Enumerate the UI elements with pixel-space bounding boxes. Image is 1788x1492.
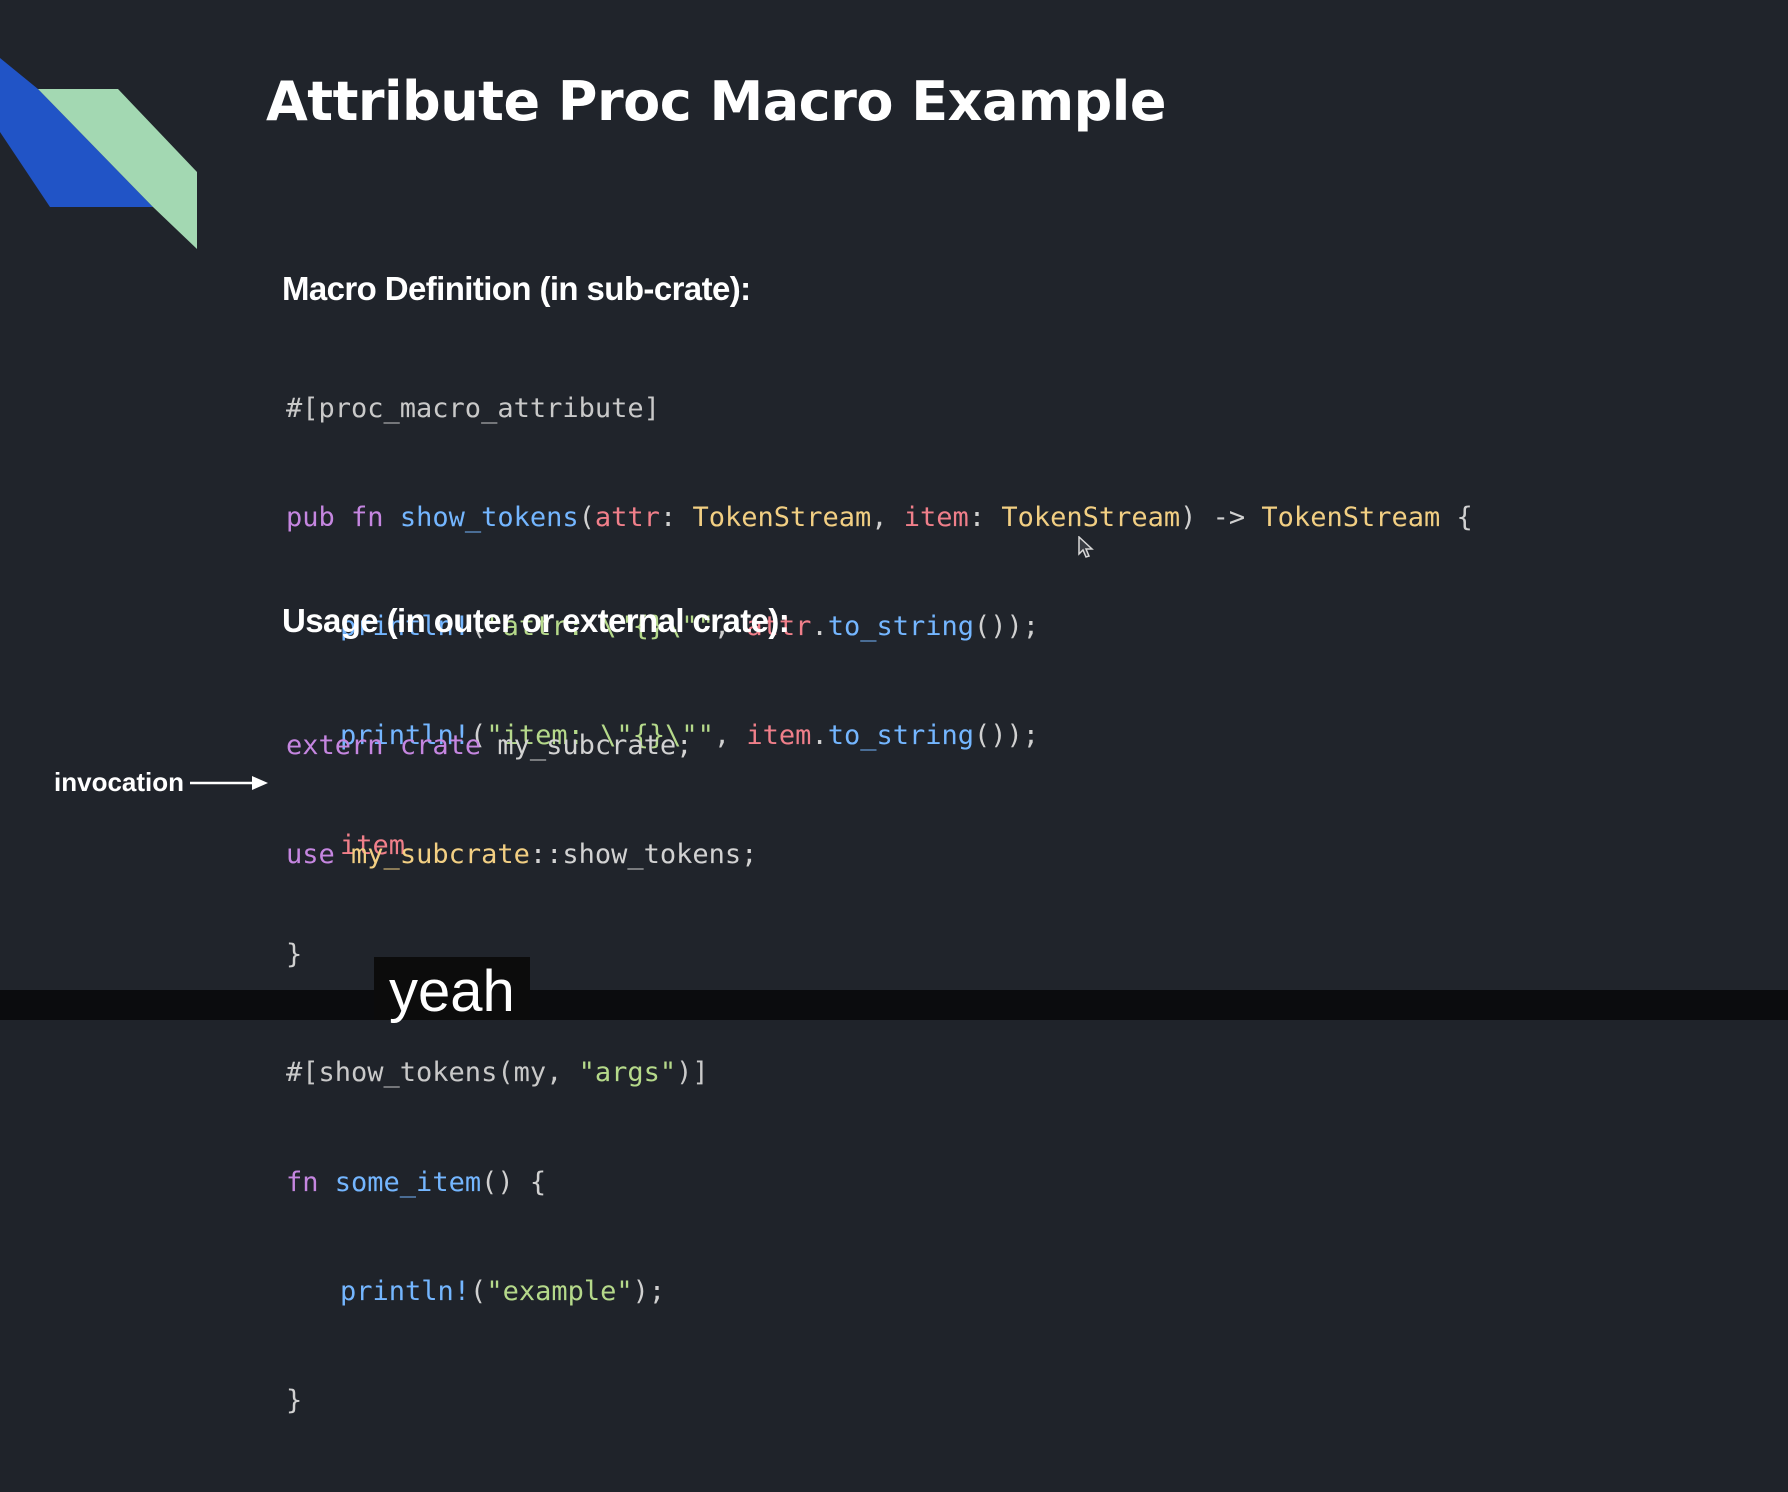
code-punct: , bbox=[871, 502, 904, 534]
code-ident: my_subcrate; bbox=[481, 729, 693, 761]
code-punct: ( bbox=[578, 502, 595, 534]
video-bottom-bar bbox=[0, 990, 1788, 1020]
invocation-label: invocation bbox=[54, 767, 185, 797]
code-line: extern crate my_subcrate; bbox=[286, 728, 757, 764]
code-method: to_string bbox=[827, 611, 975, 643]
code-punct: { bbox=[1440, 502, 1473, 534]
code-punct: ( bbox=[470, 1275, 487, 1307]
code-method: to_string bbox=[827, 720, 975, 752]
definition-heading: Macro Definition (in sub-crate): bbox=[282, 270, 751, 307]
code-punct: : bbox=[659, 502, 693, 534]
arrow-right-icon bbox=[190, 776, 268, 790]
presentation-slide: Attribute Proc Macro Example Macro Defin… bbox=[0, 0, 1788, 1416]
code-punct: . bbox=[811, 720, 828, 752]
code-function: show_tokens bbox=[399, 502, 579, 534]
code-line: use my_subcrate::show_tokens; bbox=[286, 837, 757, 873]
code-type: TokenStream bbox=[692, 502, 872, 534]
code-punct: ) -> bbox=[1180, 502, 1262, 534]
code-keyword: crate bbox=[399, 729, 482, 761]
code-punct: ); bbox=[632, 1275, 666, 1307]
code-line: fn some_item() { bbox=[286, 1165, 757, 1201]
code-punct: . bbox=[811, 611, 828, 643]
code-keyword: pub bbox=[286, 502, 335, 534]
corner-decoration bbox=[0, 58, 197, 249]
code-line: pub fn show_tokens(attr: TokenStream, it… bbox=[286, 500, 1473, 536]
code-attribute: #[show_tokens(my, bbox=[286, 1057, 579, 1089]
code-string: "args" bbox=[578, 1057, 677, 1089]
code-keyword: extern bbox=[286, 729, 384, 761]
code-param: item bbox=[903, 502, 969, 534]
usage-code-block: extern crate my_subcrate; use my_subcrat… bbox=[286, 655, 757, 1492]
code-keyword: fn bbox=[286, 1166, 319, 1198]
code-macro: println! bbox=[340, 1275, 471, 1307]
code-punct: ()); bbox=[974, 611, 1040, 643]
code-keyword: fn bbox=[351, 502, 384, 534]
code-line: println!("example"); bbox=[286, 1274, 757, 1310]
mouse-pointer-icon bbox=[1078, 536, 1094, 558]
code-type: TokenStream bbox=[1261, 502, 1441, 534]
code-line: #[proc_macro_attribute] bbox=[286, 391, 1473, 427]
code-punct: ()); bbox=[974, 720, 1040, 752]
code-line: } bbox=[286, 1383, 757, 1419]
code-punct: : bbox=[968, 502, 1002, 534]
code-punct: } bbox=[286, 1385, 303, 1417]
code-attribute: )] bbox=[676, 1057, 709, 1089]
code-attribute: #[proc_macro_attribute] bbox=[286, 392, 660, 424]
code-path: ::show_tokens; bbox=[529, 839, 758, 871]
code-line: #[show_tokens(my, "args")] bbox=[286, 1055, 757, 1091]
usage-heading: Usage (in outer or external crate): bbox=[282, 602, 790, 639]
code-type: TokenStream bbox=[1001, 502, 1181, 534]
subtitle-caption: yeah bbox=[374, 957, 530, 1024]
slide-title: Attribute Proc Macro Example bbox=[266, 70, 1166, 133]
code-string: "example" bbox=[486, 1275, 633, 1307]
code-crate: my_subcrate bbox=[351, 839, 530, 871]
code-function: some_item bbox=[334, 1166, 482, 1198]
code-keyword: use bbox=[286, 839, 335, 871]
code-param: attr bbox=[594, 502, 660, 534]
code-punct: () { bbox=[481, 1166, 547, 1198]
